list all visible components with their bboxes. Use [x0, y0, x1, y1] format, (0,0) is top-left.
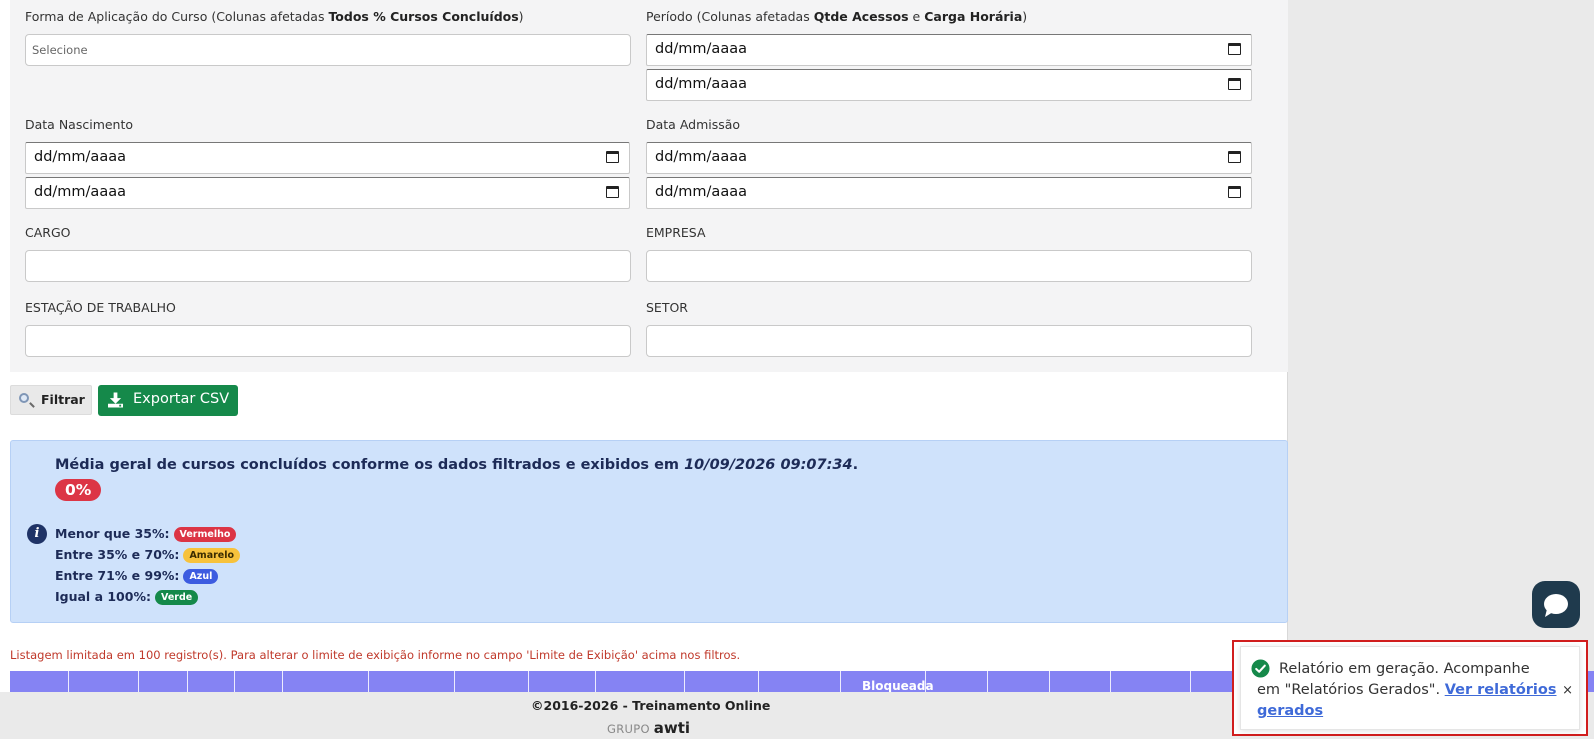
exportar-csv-button[interactable]: Exportar CSV	[98, 385, 238, 416]
limit-note: Listagem limitada em 100 registro(s). Pa…	[10, 648, 741, 662]
magnifier-icon	[19, 393, 29, 403]
cargo-input[interactable]	[25, 250, 631, 282]
tag-azul: Azul	[183, 569, 219, 584]
legend-row-vermelho: Menor que 35%: Vermelho	[55, 526, 237, 542]
calendar-icon[interactable]	[1228, 186, 1241, 198]
periodo-to-value: dd/mm/aaaa	[655, 76, 747, 92]
periodo-from-value: dd/mm/aaaa	[655, 41, 747, 57]
empresa-input[interactable]	[646, 250, 1252, 282]
legend-row-azul: Entre 71% e 99%: Azul	[55, 568, 219, 584]
cargo-label: CARGO	[25, 225, 71, 240]
periodo-from-input[interactable]: dd/mm/aaaa	[646, 34, 1252, 66]
nascimento-to-input[interactable]: dd/mm/aaaa	[25, 177, 630, 209]
column-header-bloqueada[interactable]: Bloqueada	[862, 679, 934, 693]
summary-box: Média geral de cursos concluídos conform…	[10, 440, 1288, 623]
legend-row-amarelo: Entre 35% e 70%: Amarelo	[55, 547, 241, 563]
toast-notification: Relatório em geração. Acompanhe em "Rela…	[1232, 640, 1588, 736]
admissao-from-value: dd/mm/aaaa	[655, 149, 747, 165]
info-icon: i	[27, 524, 47, 544]
chat-bubble-icon	[1544, 594, 1568, 617]
percent-badge: 0%	[55, 479, 102, 501]
legend-row-verde: Igual a 100%: Verde	[55, 589, 199, 605]
summary-timestamp: 10/09/2026 09:07:34	[684, 457, 853, 473]
nascimento-from-value: dd/mm/aaaa	[34, 149, 126, 165]
chat-button[interactable]	[1532, 581, 1580, 628]
toast-close-button[interactable]: ×	[1562, 683, 1573, 698]
filtrar-label: Filtrar	[41, 392, 85, 407]
estacao-label: ESTAÇÃO DE TRABALHO	[25, 300, 176, 315]
empresa-label: EMPRESA	[646, 225, 706, 240]
forma-placeholder: Selecione	[32, 43, 88, 57]
filter-panel: Forma de Aplicação do Curso (Colunas afe…	[10, 0, 1288, 372]
brand-logo: GRUPO awti	[607, 719, 691, 737]
admissao-from-input[interactable]: dd/mm/aaaa	[646, 142, 1252, 174]
setor-input[interactable]	[646, 325, 1252, 357]
calendar-icon[interactable]	[1228, 43, 1241, 55]
toast-message: Relatório em geração. Acompanhe em "Rela…	[1257, 661, 1557, 719]
admissao-to-value: dd/mm/aaaa	[655, 184, 747, 200]
calendar-icon[interactable]	[606, 186, 619, 198]
admissao-label: Data Admissão	[646, 117, 741, 132]
copyright: ©2016-2026 - Treinamento Online	[531, 698, 771, 713]
summary-title: Média geral de cursos concluídos conform…	[55, 457, 859, 473]
exportar-label: Exportar CSV	[133, 391, 230, 407]
forma-label: Forma de Aplicação do Curso (Colunas afe…	[25, 9, 524, 24]
tag-amarelo: Amarelo	[183, 548, 241, 563]
setor-label: SETOR	[646, 300, 688, 315]
forma-select[interactable]: Selecione	[25, 34, 631, 66]
admissao-to-input[interactable]: dd/mm/aaaa	[646, 177, 1252, 209]
toast-body: Relatório em geração. Acompanhe em "Rela…	[1240, 646, 1580, 730]
tag-vermelho: Vermelho	[173, 527, 237, 542]
periodo-to-input[interactable]: dd/mm/aaaa	[646, 69, 1252, 101]
periodo-label: Período (Colunas afetadas Qtde Acessos e…	[646, 9, 1028, 24]
filtrar-button[interactable]: Filtrar	[10, 385, 92, 415]
download-icon	[108, 392, 123, 408]
nascimento-from-input[interactable]: dd/mm/aaaa	[25, 142, 630, 174]
calendar-icon[interactable]	[1228, 78, 1241, 90]
calendar-icon[interactable]	[1228, 151, 1241, 163]
nascimento-to-value: dd/mm/aaaa	[34, 184, 126, 200]
calendar-icon[interactable]	[606, 151, 619, 163]
estacao-input[interactable]	[25, 325, 631, 357]
nascimento-label: Data Nascimento	[25, 117, 134, 132]
tag-verde: Verde	[154, 590, 199, 605]
